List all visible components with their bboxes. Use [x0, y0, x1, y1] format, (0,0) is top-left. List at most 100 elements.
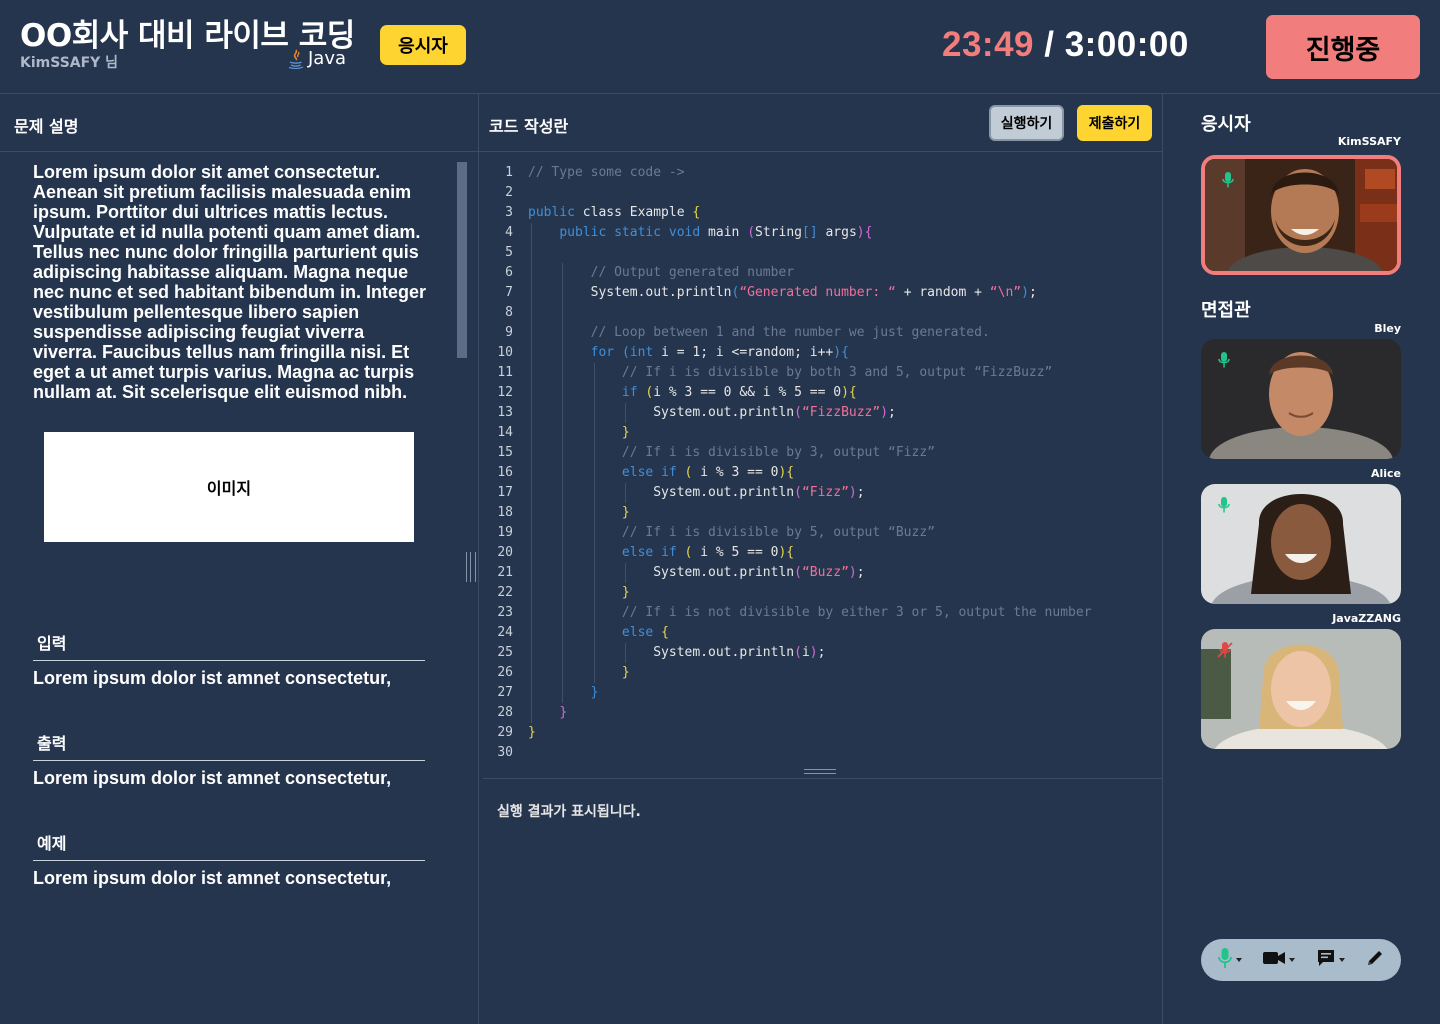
- code-text: }: [621, 505, 630, 520]
- input-divider: [33, 660, 425, 661]
- code-line[interactable]: 21 System.out.println(“Buzz”);: [479, 563, 1163, 583]
- code-line[interactable]: 17 System.out.println(“Fizz”);: [479, 483, 1163, 503]
- code-line[interactable]: 4 public static void main (String[] args…: [479, 223, 1163, 243]
- status-button[interactable]: 진행중: [1266, 15, 1420, 79]
- interviewer-video-1[interactable]: [1201, 339, 1401, 459]
- example-text: Lorem ipsum dolor ist amnet consectetur,: [33, 868, 392, 888]
- code-text: public class Example {: [528, 205, 701, 220]
- problem-header: 문제 설명: [0, 94, 478, 152]
- mic-toggle[interactable]: [1217, 947, 1243, 973]
- chevron-down-icon[interactable]: [1289, 958, 1296, 962]
- code-line[interactable]: 8: [479, 303, 1163, 323]
- code-line[interactable]: 23 // If i is not divisible by either 3 …: [479, 603, 1163, 623]
- problem-scrollbar[interactable]: [457, 162, 467, 358]
- line-number: 11: [497, 365, 513, 380]
- language-label: Java: [308, 48, 347, 69]
- output-divider: [33, 760, 425, 761]
- media-toolbar: [1201, 939, 1401, 981]
- candidate-video[interactable]: [1201, 155, 1401, 275]
- camera-toggle[interactable]: [1262, 950, 1296, 970]
- code-line[interactable]: 30: [479, 743, 1163, 763]
- code-text: }: [528, 725, 536, 740]
- code-text: System.out.println(“Fizz”);: [528, 485, 865, 500]
- line-number: 26: [497, 665, 513, 680]
- indent-guide: [531, 223, 532, 723]
- code-text: System.out.println(“FizzBuzz”);: [528, 405, 896, 420]
- code-line[interactable]: 6 // Output generated number: [479, 263, 1163, 283]
- code-text: }: [621, 425, 630, 440]
- candidate-heading: 응시자: [1201, 114, 1251, 135]
- output-text: Lorem ipsum dolor ist amnet consectetur,: [33, 768, 392, 788]
- code-line[interactable]: 15 // If i is divisible by 3, output “Fi…: [479, 443, 1163, 463]
- mic-on-icon: [1221, 171, 1235, 193]
- code-line[interactable]: 9 // Loop between 1 and the number we ju…: [479, 323, 1163, 343]
- line-number: 16: [497, 465, 513, 480]
- pen-icon: [1365, 948, 1385, 972]
- code-line[interactable]: 26 }: [479, 663, 1163, 683]
- run-button[interactable]: 실행하기: [989, 105, 1064, 141]
- chevron-down-icon[interactable]: [1338, 958, 1345, 962]
- interviewer-video-2[interactable]: [1201, 484, 1401, 604]
- example-divider: [33, 860, 425, 861]
- indent-guide: [624, 643, 626, 663]
- pen-toggle[interactable]: [1365, 948, 1385, 972]
- indent-guide: [562, 263, 564, 703]
- code-heading: 코드 작성란: [489, 117, 569, 136]
- code-text: // Type some code ->: [528, 165, 685, 180]
- chevron-down-icon[interactable]: [1236, 958, 1243, 962]
- code-editor[interactable]: 1// Type some code -> 2 3 public class Exam…: [479, 152, 1163, 778]
- indent-guide: [624, 483, 626, 503]
- code-line[interactable]: 19 // If i is divisible by 5, output “Bu…: [479, 523, 1163, 543]
- indent-guide: [593, 363, 595, 683]
- code-line[interactable]: 24 else {: [479, 623, 1163, 643]
- chat-toggle[interactable]: [1316, 948, 1345, 972]
- interviewer-name-2: Alice: [1370, 467, 1401, 480]
- code-line[interactable]: 1 // Type some code ->: [479, 163, 1163, 183]
- code-text: if (i % 3 == 0 && i % 5 == 0){: [621, 385, 857, 400]
- code-line[interactable]: 13 System.out.println(“FizzBuzz”);: [479, 403, 1163, 423]
- line-number: 8: [505, 305, 513, 320]
- line-number: 7: [505, 285, 513, 300]
- code-line[interactable]: 12 if (i % 3 == 0 && i % 5 == 0){: [479, 383, 1163, 403]
- submit-button[interactable]: 제출하기: [1077, 105, 1152, 141]
- interviewer-video-3[interactable]: [1201, 629, 1401, 749]
- line-number: 19: [497, 525, 513, 540]
- code-line[interactable]: 27 }: [479, 683, 1163, 703]
- line-number: 1: [505, 165, 513, 180]
- line-number: 22: [497, 585, 513, 600]
- code-line[interactable]: 28 }: [479, 703, 1163, 723]
- code-line[interactable]: 29}: [479, 723, 1163, 743]
- interviewer-heading: 면접관: [1201, 300, 1251, 321]
- language-indicator: Java: [288, 48, 346, 69]
- panel-resize-handle[interactable]: [466, 552, 476, 582]
- code-text: System.out.println(i);: [528, 645, 826, 660]
- line-number: 6: [505, 265, 513, 280]
- code-line[interactable]: 10 for (int i = 1; i <=random; i++){: [479, 343, 1163, 363]
- code-line[interactable]: 14 }: [479, 423, 1163, 443]
- code-line[interactable]: 18 }: [479, 503, 1163, 523]
- line-number: 17: [497, 485, 513, 500]
- editor-splitter[interactable]: [804, 769, 836, 774]
- problem-image: 이미지: [44, 432, 414, 542]
- role-badge: 응시자: [380, 25, 466, 65]
- code-line[interactable]: 11 // If i is divisible by both 3 and 5,…: [479, 363, 1163, 383]
- camera-icon: [1262, 950, 1286, 970]
- code-line[interactable]: 22 }: [479, 583, 1163, 603]
- chat-icon: [1316, 948, 1336, 972]
- code-line[interactable]: 25 System.out.println(i);: [479, 643, 1163, 663]
- code-line[interactable]: 20 else if ( i % 5 == 0){: [479, 543, 1163, 563]
- line-number: 21: [497, 565, 513, 580]
- line-number: 4: [505, 225, 513, 240]
- code-text: }: [559, 705, 568, 720]
- line-number: 23: [497, 605, 513, 620]
- code-line[interactable]: 7 System.out.println(“Generated number: …: [479, 283, 1163, 303]
- code-line[interactable]: 3 public class Example {: [479, 203, 1163, 223]
- code-text: else {: [621, 625, 669, 640]
- output-heading: 출력: [37, 734, 67, 753]
- code-text: // Loop between 1 and the number we just…: [590, 325, 990, 340]
- code-line[interactable]: 16 else if ( i % 3 == 0){: [479, 463, 1163, 483]
- indent-guide: [624, 563, 626, 583]
- line-number: 28: [497, 705, 513, 720]
- code-line[interactable]: 5: [479, 243, 1163, 263]
- code-line[interactable]: 2: [479, 183, 1163, 203]
